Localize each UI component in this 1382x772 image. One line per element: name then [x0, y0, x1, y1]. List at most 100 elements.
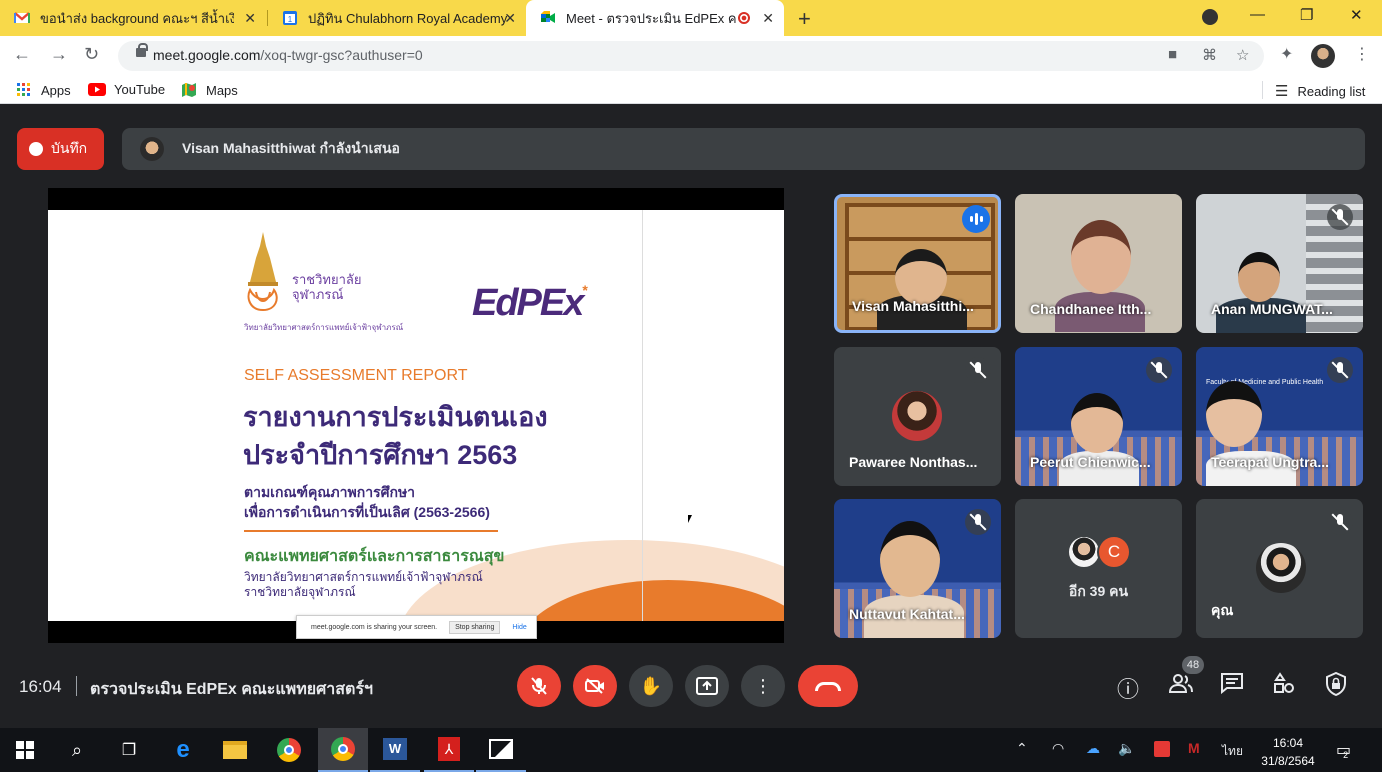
more-participants-tile[interactable]: C อีก 39 คน	[1015, 499, 1182, 638]
participant-avatar	[1067, 535, 1101, 569]
close-tab-icon[interactable]: ✕	[762, 10, 774, 27]
report-subtitle-en: SELF ASSESSMENT REPORT	[244, 367, 468, 384]
reading-list-label: Reading list	[1297, 83, 1366, 99]
participant-face	[1238, 252, 1280, 302]
participant-count-badge: 48	[1182, 656, 1204, 674]
participant-tile[interactable]: Faculty of Medicine and Public Health Te…	[1196, 347, 1363, 486]
self-tile[interactable]: คุณ	[1196, 499, 1363, 638]
bookmark-label: Maps	[206, 82, 238, 98]
minimize-button[interactable]: —	[1250, 6, 1265, 23]
menu-icon[interactable]: ⋮	[1354, 44, 1370, 64]
browser-toolbar: ← → ↻ meet.google.com/xoq-twgr-gsc?authu…	[0, 36, 1382, 76]
self-avatar	[1256, 543, 1306, 593]
mouse-cursor-icon	[688, 515, 692, 523]
slide-faculty: คณะแพทยศาสตร์และการสาธารณสุข	[244, 548, 505, 565]
svg-text:1: 1	[288, 15, 293, 24]
translate-icon[interactable]: ⌘	[1202, 46, 1217, 64]
forward-button[interactable]: →	[50, 44, 68, 65]
chrome-icon[interactable]	[264, 728, 314, 772]
task-view-icon[interactable]: ❐	[104, 728, 154, 772]
url-text[interactable]: meet.google.com/xoq-twgr-gsc?authuser=0	[153, 47, 423, 63]
app-tray-icon[interactable]	[1154, 741, 1170, 757]
microphone-off-icon	[965, 357, 991, 383]
system-clock[interactable]: 16:04 31/8/2564	[1256, 734, 1320, 770]
reload-button[interactable]: ↻	[84, 44, 99, 65]
bar-divider	[76, 676, 77, 696]
participant-face	[1071, 220, 1131, 294]
activities-icon[interactable]	[1272, 672, 1296, 700]
wifi-icon[interactable]: ◠	[1052, 740, 1064, 757]
microphone-toggle-button[interactable]	[517, 665, 561, 707]
browser-tab-bar: ขอนำส่ง background คณะฯ สีน้ำเงิน ✕ 1 ปฏ…	[0, 0, 1382, 36]
chat-icon[interactable]	[1220, 672, 1244, 700]
participant-name: Anan MUNGWAT...	[1211, 301, 1333, 317]
more-participants-label: อีก 39 คน	[1068, 583, 1129, 599]
start-button[interactable]	[0, 728, 50, 772]
antivirus-icon[interactable]: M	[1188, 740, 1200, 756]
people-icon[interactable]	[1168, 672, 1194, 700]
camera-off-icon	[585, 678, 604, 694]
recording-indicator-icon	[738, 12, 750, 24]
close-tab-icon[interactable]: ✕	[504, 10, 516, 27]
participant-name: Visan Mahasitthi...	[852, 298, 974, 314]
input-language-indicator[interactable]: ไทย	[1222, 742, 1243, 761]
camera-toggle-button[interactable]	[573, 665, 617, 707]
host-controls-icon[interactable]	[1325, 671, 1347, 702]
chrome-active-window-icon[interactable]	[318, 728, 368, 772]
extensions-icon[interactable]: ✦	[1280, 44, 1293, 64]
onedrive-icon[interactable]: ☁	[1086, 740, 1100, 757]
edge-icon[interactable]: e	[158, 728, 208, 772]
hide-button[interactable]: Hide	[512, 624, 526, 631]
profile-avatar[interactable]	[1311, 44, 1335, 68]
participant-tile[interactable]: Chandhanee Itth...	[1015, 194, 1182, 333]
star-icon: *	[582, 282, 588, 298]
tab-title: ขอนำส่ง background คณะฯ สีน้ำเงิน	[40, 10, 234, 26]
edpex-text: EdPEx	[472, 282, 584, 324]
address-bar[interactable]: meet.google.com/xoq-twgr-gsc?authuser=0 …	[118, 41, 1264, 71]
more-options-button[interactable]: ⋮	[741, 665, 785, 707]
meeting-details-icon[interactable]: ⓘ	[1117, 672, 1139, 704]
recording-label: บันทึก	[51, 140, 88, 156]
volume-icon[interactable]: 🔈	[1118, 740, 1135, 757]
stop-sharing-button[interactable]: Stop sharing	[449, 620, 501, 634]
reading-list-button[interactable]: ☰ Reading list	[1275, 82, 1365, 100]
participant-avatar-letter: C	[1097, 535, 1131, 569]
restore-button[interactable]: ❐	[1300, 6, 1313, 24]
tab-search-icon[interactable]	[1202, 9, 1218, 25]
search-icon[interactable]: ⌕	[52, 728, 102, 772]
windows-logo-icon	[16, 741, 34, 759]
file-explorer-icon[interactable]	[210, 728, 260, 772]
end-call-button[interactable]	[798, 665, 858, 707]
close-tab-icon[interactable]: ✕	[244, 10, 256, 27]
participant-tile[interactable]: Visan Mahasitthi...	[834, 194, 1001, 333]
bookmark-maps[interactable]: Maps	[181, 82, 238, 98]
notification-center-icon[interactable]: ▭2	[1336, 740, 1356, 760]
participant-face	[1206, 381, 1262, 447]
new-tab-button[interactable]: +	[798, 6, 811, 32]
bookmark-youtube[interactable]: YouTube	[88, 82, 165, 97]
bookmark-apps[interactable]: Apps	[16, 82, 71, 98]
meeting-controls-bar: 16:04 ตรวจประเมิน EdPEx คณะแพทยศาสตร์ฯ ✋…	[0, 648, 1382, 728]
camera-in-use-icon[interactable]: ■	[1168, 46, 1177, 63]
show-hidden-icons-icon[interactable]: ⌃	[1016, 740, 1028, 757]
edpex-logo: EdPEx*	[472, 282, 588, 325]
back-button[interactable]: ←	[13, 44, 31, 65]
tab-meet[interactable]: Meet - ตรวจประเมิน EdPEx คณะ ✕	[526, 0, 784, 36]
close-window-button[interactable]: ✕	[1350, 6, 1363, 24]
system-date: 31/8/2564	[1261, 754, 1315, 768]
participant-tile[interactable]: Nuttavut Kahtat...	[834, 499, 1001, 638]
acrobat-icon[interactable]: ⅄	[424, 728, 474, 772]
screen-share-notification: meet.google.com is sharing your screen. …	[296, 615, 537, 639]
tab-calendar[interactable]: 1 ปฏิทิน Chulabhorn Royal Academy ✕	[268, 0, 526, 36]
photos-icon[interactable]	[476, 728, 526, 772]
word-icon[interactable]: W	[370, 728, 420, 772]
bookmark-star-icon[interactable]: ☆	[1236, 46, 1249, 64]
participant-tile[interactable]: Anan MUNGWAT...	[1196, 194, 1363, 333]
recording-button[interactable]: บันทึก	[17, 128, 104, 170]
institution-subtitle: วิทยาลัยวิทยาศาสตร์การแพทย์เจ้าฟ้าจุฬาภร…	[244, 323, 404, 332]
participant-tile[interactable]: Peerut Chienwic...	[1015, 347, 1182, 486]
tab-gmail[interactable]: ขอนำส่ง background คณะฯ สีน้ำเงิน ✕	[0, 0, 266, 36]
present-screen-button[interactable]	[685, 665, 729, 707]
participant-tile[interactable]: Pawaree Nonthas...	[834, 347, 1001, 486]
raise-hand-button[interactable]: ✋	[629, 665, 673, 707]
